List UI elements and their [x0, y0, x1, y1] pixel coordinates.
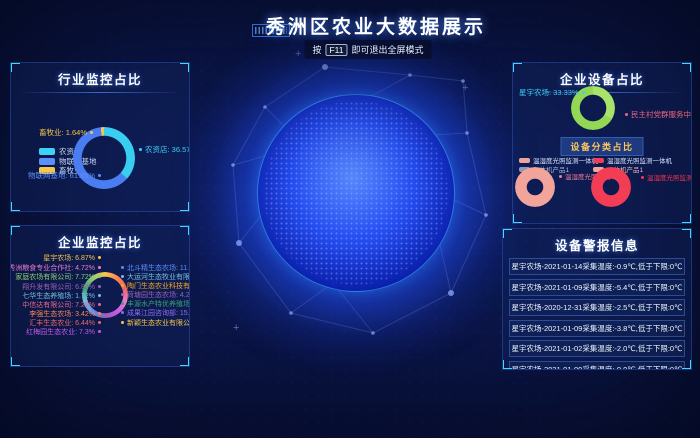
- device-category-title: 设备分类占比: [560, 137, 643, 156]
- panel-title: 企业监控占比: [11, 226, 189, 251]
- legend-swatch: [519, 158, 530, 163]
- alarm-row: 星宇农场-2021-01-09采集温度:-3.8℃,低于下限:0℃: [509, 320, 685, 337]
- plus-decoration: +: [295, 48, 301, 60]
- globe-dot-map: [264, 101, 448, 285]
- globe-visualization: [257, 94, 455, 292]
- donut-label: 新颖生态农业有限公司: 6.87: [121, 318, 190, 328]
- category-donut-right[interactable]: [591, 167, 631, 207]
- legend-swatch: [593, 158, 604, 163]
- alarm-row: 星宇农场-2021-01-09采集温度:-5.4℃,低于下限:0℃: [509, 279, 685, 296]
- alarm-row: 星宇农场-2021-01-09采集温度:-0.9℃,低于下限:0℃: [509, 361, 685, 371]
- donut-label: 红梅园生态农业: 7.3%: [26, 327, 101, 337]
- plus-decoration: +: [462, 82, 468, 94]
- donut-label: 星宇农场: 33.33%: [519, 87, 585, 98]
- donut-label: 畜牧业: 1.64%: [39, 127, 93, 138]
- enterprise-device-panel: 企业设备占比 星宇农场: 33.33% 民主村党群服务中心 设备分类占比 温湿度…: [512, 62, 692, 224]
- industry-monitor-panel: 行业监控占比 农资店 物联网基地 畜牧业 畜牧业: 1.64% 农资店: 36.…: [10, 62, 190, 212]
- donut-label: 星宇农场: 6.87%: [43, 253, 101, 263]
- alarm-row: 星宇农场-2021-01-14采集温度:-0.9℃,低于下限:0℃: [509, 258, 685, 275]
- donut-label: 农资店: 36.57%: [139, 144, 190, 155]
- donut-label: 民主村党群服务中心: [625, 109, 692, 120]
- fullscreen-hint: 按 F11 即可退出全屏模式: [304, 40, 431, 59]
- panel-title: 行业监控占比: [11, 63, 189, 88]
- donut-label: 物联网基地: 61.85%: [28, 170, 101, 181]
- panel-title: 设备警报信息: [503, 229, 691, 254]
- page-title: 秀洲区农业大数据展示: [52, 12, 700, 39]
- legend-swatch: [39, 148, 55, 155]
- f11-key-badge: F11: [325, 44, 347, 56]
- title-divider: [19, 92, 181, 93]
- legend-swatch: [39, 158, 55, 165]
- plus-decoration: +: [233, 322, 239, 334]
- donut-label: 温湿度光照监测一...: [641, 172, 692, 182]
- enterprise-monitor-panel: 企业监控占比 星宇农场: 6.87% 秀洲粮食专业合作社: 4.72% 家庭农场…: [10, 225, 190, 367]
- alarm-list[interactable]: 星宇农场-2021-01-14采集温度:-0.9℃,低于下限:0℃ 星宇农场-2…: [503, 258, 691, 370]
- donut-label: 家庭农场有限公司: 7.72%: [15, 272, 101, 282]
- hint-prefix: 按: [312, 43, 321, 56]
- donut-label: 成果江园咨询部: 15.02%: [121, 308, 190, 318]
- panel-title: 企业设备占比: [513, 63, 691, 88]
- dashboard-screen: + + + 秀洲区农业大数据展示 按 F11 即可退出全屏模式 行业监控占比 农…: [0, 0, 700, 438]
- hint-suffix: 即可退出全屏模式: [352, 43, 424, 56]
- device-alarm-panel: 设备警报信息 星宇农场-2021-01-14采集温度:-0.9℃,低于下限:0℃…: [502, 228, 692, 370]
- category-donut-left[interactable]: [515, 167, 555, 207]
- alarm-row: 星宇农场-2020-12-31采集温度:-2.5℃,低于下限:0℃: [509, 299, 685, 316]
- alarm-row: 星宇农场-2021-01-02采集温度:-2.0℃,低于下限:0℃: [509, 340, 685, 357]
